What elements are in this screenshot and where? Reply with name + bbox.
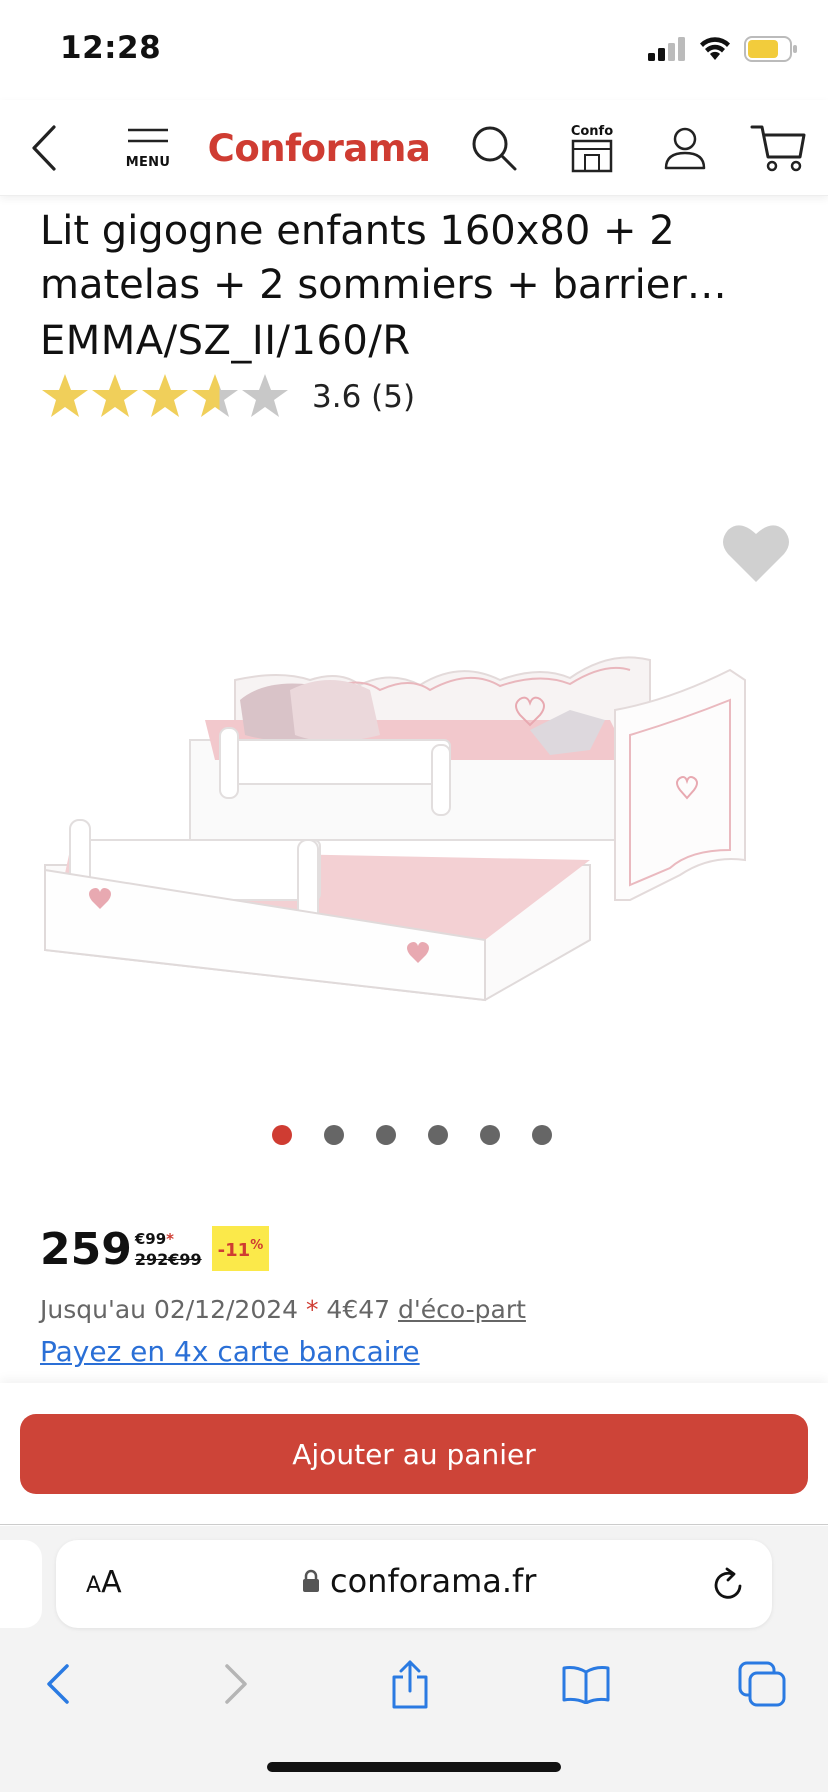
carousel-dot[interactable] <box>272 1125 292 1145</box>
favorite-button[interactable] <box>722 522 790 588</box>
carousel-dot[interactable] <box>428 1125 448 1145</box>
browser-toolbar <box>0 1654 828 1734</box>
browser-forward-button[interactable] <box>206 1654 266 1714</box>
home-indicator <box>267 1762 561 1772</box>
product-image[interactable] <box>30 520 790 1040</box>
carousel-dot[interactable] <box>376 1125 396 1145</box>
rating-stars-icon <box>42 374 288 417</box>
cart-icon <box>750 125 806 172</box>
eco-amount: 4€47 <box>318 1295 399 1324</box>
price-block: 259 €99* 292€99 -11% <box>40 1222 270 1278</box>
old-price: 292€99 <box>134 1250 202 1269</box>
chevron-left-icon <box>32 125 56 171</box>
address-bar[interactable]: AA conforama.fr <box>56 1540 772 1628</box>
back-button[interactable] <box>22 100 66 196</box>
share-icon <box>392 1660 428 1709</box>
confo-store-button[interactable]: Confo <box>566 100 618 196</box>
share-button[interactable] <box>380 1654 440 1714</box>
wifi-icon <box>700 37 730 60</box>
trundle-bed-image <box>44 656 746 1002</box>
heart-icon <box>723 525 789 582</box>
book-icon <box>562 1666 610 1704</box>
product-title-line1: Lit gigogne enfants 160x80 + 2 <box>40 208 675 254</box>
rating[interactable]: 3.6 (5) <box>40 372 415 422</box>
url-display[interactable]: conforama.fr <box>302 1562 536 1600</box>
add-to-cart-panel: Ajouter au panier <box>0 1383 828 1525</box>
search-icon <box>472 126 517 171</box>
carousel-dot[interactable] <box>480 1125 500 1145</box>
menu-label: MENU <box>125 154 171 170</box>
discount-value: -11 <box>217 1240 251 1261</box>
price-asterisk: * <box>166 1230 175 1248</box>
menu-button[interactable]: MENU <box>120 100 176 196</box>
search-button[interactable] <box>466 100 522 196</box>
chevron-left-icon <box>47 1664 69 1704</box>
pay-4x-link[interactable]: Payez en 4x carte bancaire <box>40 1335 420 1368</box>
product-title: Lit gigogne enfants 160x80 + 2 matelas +… <box>40 204 800 312</box>
rating-text: 3.6 (5) <box>312 379 416 415</box>
browser-back-button[interactable] <box>28 1654 88 1714</box>
url-text: conforama.fr <box>330 1562 537 1600</box>
product-reference: EMMA/SZ_II/160/R <box>40 318 411 364</box>
product-title-line2: matelas + 2 sommiers + barrier… <box>40 262 727 308</box>
reload-button[interactable] <box>712 1566 746 1606</box>
status-bar: 12:28 <box>0 0 828 100</box>
site-header: MENU Conforama Confo <box>0 100 828 196</box>
carousel-dot[interactable] <box>532 1125 552 1145</box>
discount-badge: -11% <box>211 1226 270 1271</box>
aa-small: A <box>86 1573 102 1598</box>
tabs-icon <box>738 1661 786 1707</box>
price-cents: €99* <box>135 1230 202 1248</box>
carousel-dot[interactable] <box>324 1125 344 1145</box>
status-icons <box>648 36 798 62</box>
account-button[interactable] <box>660 100 710 196</box>
cellular-signal-icon <box>648 37 685 61</box>
image-carousel-dots <box>272 1125 552 1145</box>
battery-icon <box>744 36 797 62</box>
price-cents-value: €99 <box>134 1230 167 1248</box>
tabs-button[interactable] <box>732 1654 792 1714</box>
bookmarks-button[interactable] <box>556 1654 616 1714</box>
eco-participation: Jusqu'au 02/12/2024 * 4€47 d'éco-part <box>40 1295 526 1324</box>
lock-icon <box>303 1569 319 1592</box>
eco-asterisk: * <box>305 1295 319 1324</box>
eco-date-text: Jusqu'au 02/12/2024 <box>40 1295 306 1324</box>
reader-text-size-button[interactable]: AA <box>86 1565 122 1600</box>
status-time: 12:28 <box>60 30 162 66</box>
store-icon <box>571 139 613 172</box>
confo-label: Confo <box>570 123 614 139</box>
reload-icon <box>714 1567 742 1599</box>
price-decimal: €99* 292€99 <box>135 1230 202 1269</box>
aa-big: A <box>101 1565 122 1600</box>
add-to-cart-button[interactable]: Ajouter au panier <box>20 1414 808 1494</box>
eco-part-link[interactable]: d'éco-part <box>398 1295 526 1324</box>
user-icon <box>664 127 706 170</box>
logo-text: Conforama <box>207 126 431 170</box>
price-integer: 259 <box>40 1224 132 1275</box>
logo[interactable]: Conforama <box>207 100 431 196</box>
chevron-right-icon <box>225 1664 247 1704</box>
hamburger-icon <box>128 128 168 142</box>
browser-chrome: AA conforama.fr <box>0 1526 828 1792</box>
discount-percent: % <box>250 1238 264 1253</box>
previous-tab-bar[interactable] <box>0 1540 42 1628</box>
cart-button[interactable] <box>748 100 808 196</box>
